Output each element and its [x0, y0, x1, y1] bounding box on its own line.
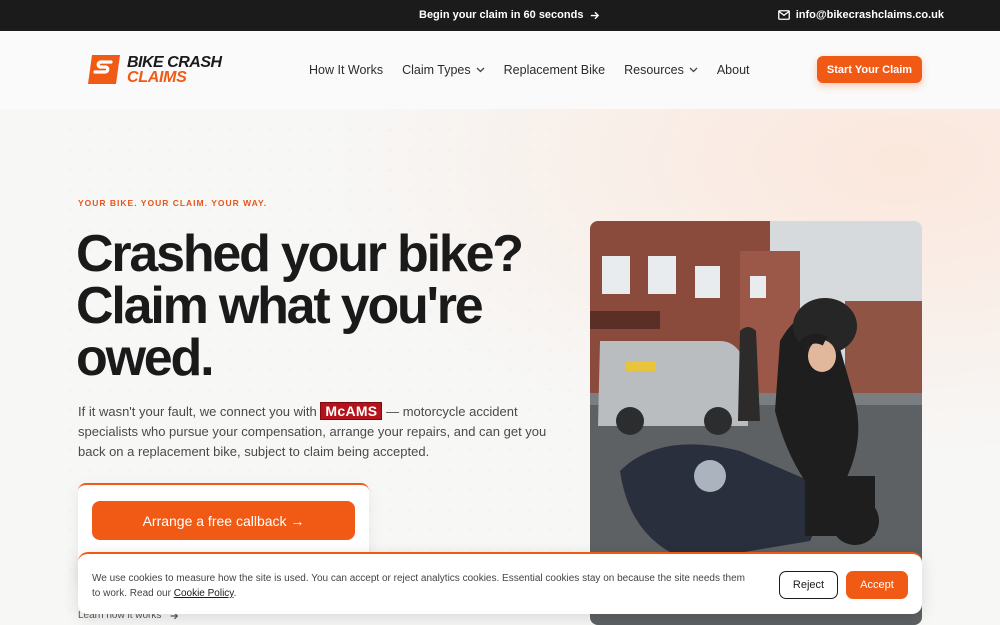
accept-cookies-button[interactable]: Accept	[846, 571, 908, 599]
nav-label: Replacement Bike	[503, 63, 606, 77]
cookie-banner: We use cookies to measure how the site i…	[78, 552, 922, 614]
start-claim-button[interactable]: Start Your Claim	[817, 56, 922, 83]
mcams-logo: McAMS	[320, 402, 383, 420]
arrange-callback-button[interactable]: Arrange a free callback →	[92, 501, 355, 540]
cookie-policy-link[interactable]: Cookie Policy	[174, 588, 234, 599]
hero-description: If it wasn't your fault, we connect you …	[78, 402, 548, 462]
nav-replacement-bike[interactable]: Replacement Bike	[504, 63, 605, 77]
site-logo[interactable]: BIKE CRASH CLAIMS	[87, 53, 222, 86]
nav-resources[interactable]: Resources	[624, 63, 698, 77]
mail-icon	[777, 10, 790, 20]
begin-claim-link[interactable]: Begin your claim in 60 seconds	[419, 9, 600, 21]
nav-label: Claim Types	[402, 63, 471, 77]
logo-mark-icon	[88, 55, 120, 84]
reject-cookies-button[interactable]: Reject	[779, 571, 838, 599]
nav-how-it-works[interactable]: How It Works	[309, 63, 383, 77]
lede-intro: If it wasn't your fault, we connect you …	[78, 404, 317, 419]
nav-claim-types[interactable]: Claim Types	[402, 63, 485, 77]
begin-claim-text: Begin your claim in 60 seconds	[419, 9, 584, 21]
logo-line-1: BIKE CRASH	[127, 53, 222, 71]
site-header: BIKE CRASH CLAIMS How It Works Claim Typ…	[0, 31, 1000, 109]
arrow-right-icon	[591, 11, 600, 19]
hero-headline: Crashed your bike? Claim what you're owe…	[76, 225, 524, 387]
email-link[interactable]: info@bikecrashclaims.co.uk	[777, 9, 944, 21]
cookie-message: We use cookies to measure how the site i…	[92, 573, 745, 599]
announcement-bar: Begin your claim in 60 seconds info@bike…	[0, 0, 1000, 31]
chevron-down-icon	[689, 67, 698, 73]
nav-label: About	[716, 63, 750, 77]
nav-about[interactable]: About	[717, 63, 750, 77]
hero-eyebrow: YOUR BIKE. YOUR CLAIM. YOUR WAY.	[78, 198, 268, 208]
chevron-down-icon	[476, 67, 485, 73]
email-text: info@bikecrashclaims.co.uk	[795, 9, 944, 21]
main-nav: How It Works Claim Types Replacement Bik…	[309, 63, 750, 77]
nav-label: How It Works	[309, 63, 384, 77]
logo-line-2: CLAIMS	[127, 68, 187, 86]
logo-wordmark: BIKE CRASH CLAIMS	[127, 53, 222, 86]
nav-label: Resources	[624, 63, 684, 77]
